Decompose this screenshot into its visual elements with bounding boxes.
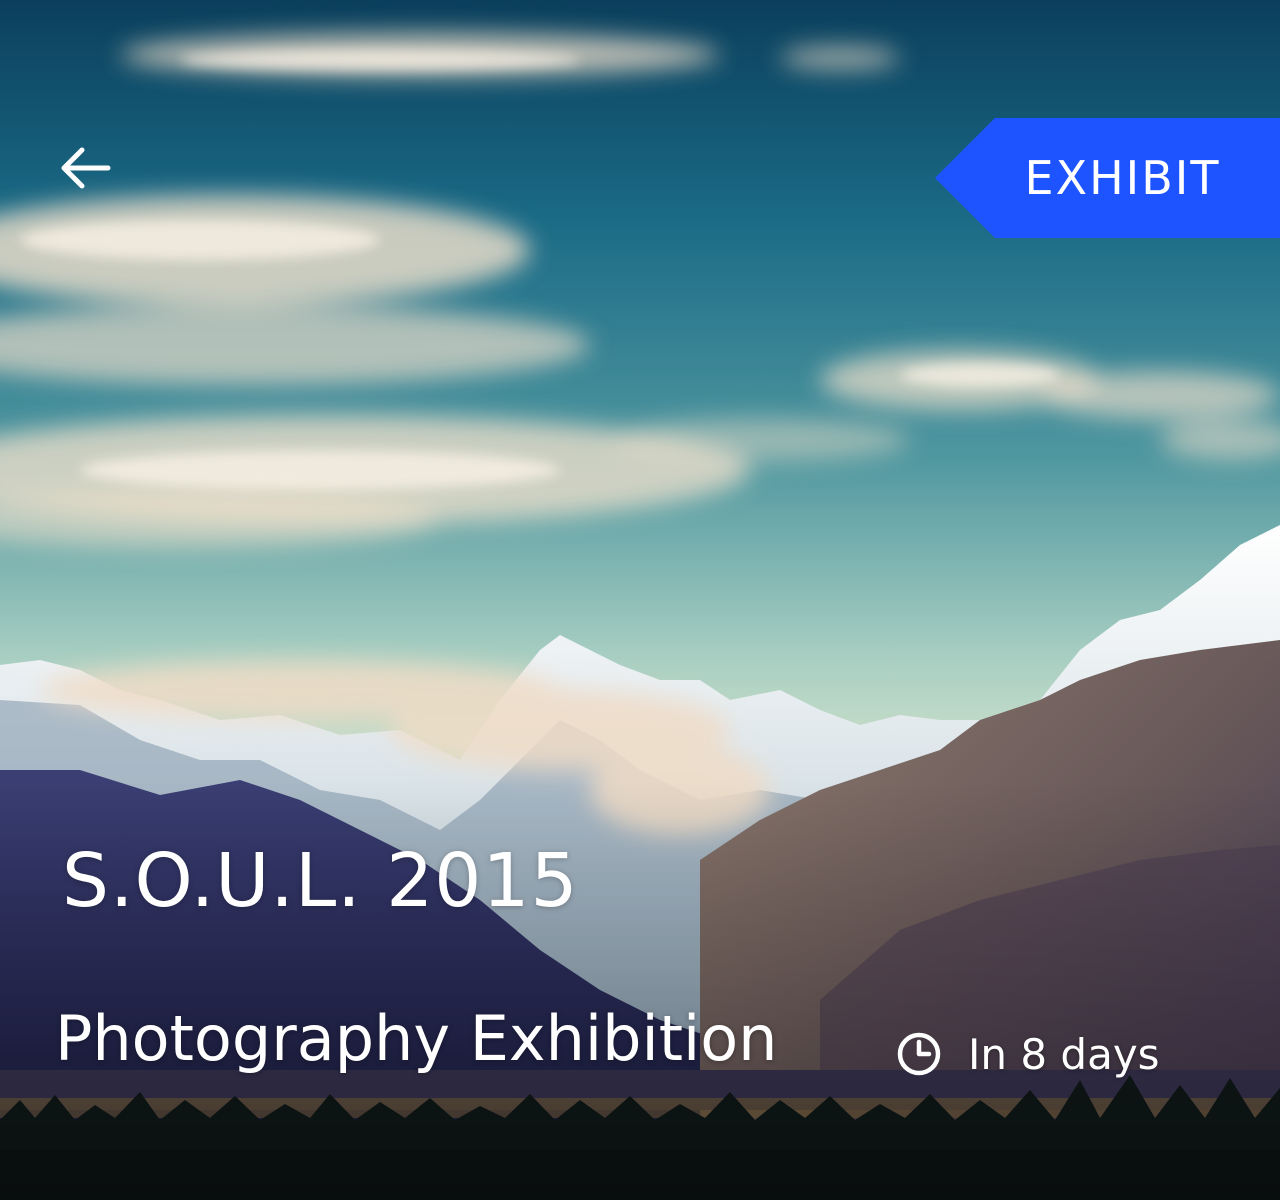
back-button[interactable] <box>48 136 120 200</box>
exhibit-tag-label: EXHIBIT <box>1024 151 1221 205</box>
countdown: In 8 days <box>896 1024 1160 1084</box>
event-title: S.O.U.L. 2015 <box>62 838 579 924</box>
event-detail-screen: EXHIBIT S.O.U.L. 2015 Photography Exhibi… <box>0 0 1280 1200</box>
exhibit-tag[interactable]: EXHIBIT <box>935 118 1280 238</box>
countdown-text: In 8 days <box>968 1029 1160 1079</box>
event-subtitle: Photography Exhibition <box>55 1002 778 1075</box>
arrow-left-icon <box>61 147 111 189</box>
clock-icon <box>897 1032 941 1076</box>
